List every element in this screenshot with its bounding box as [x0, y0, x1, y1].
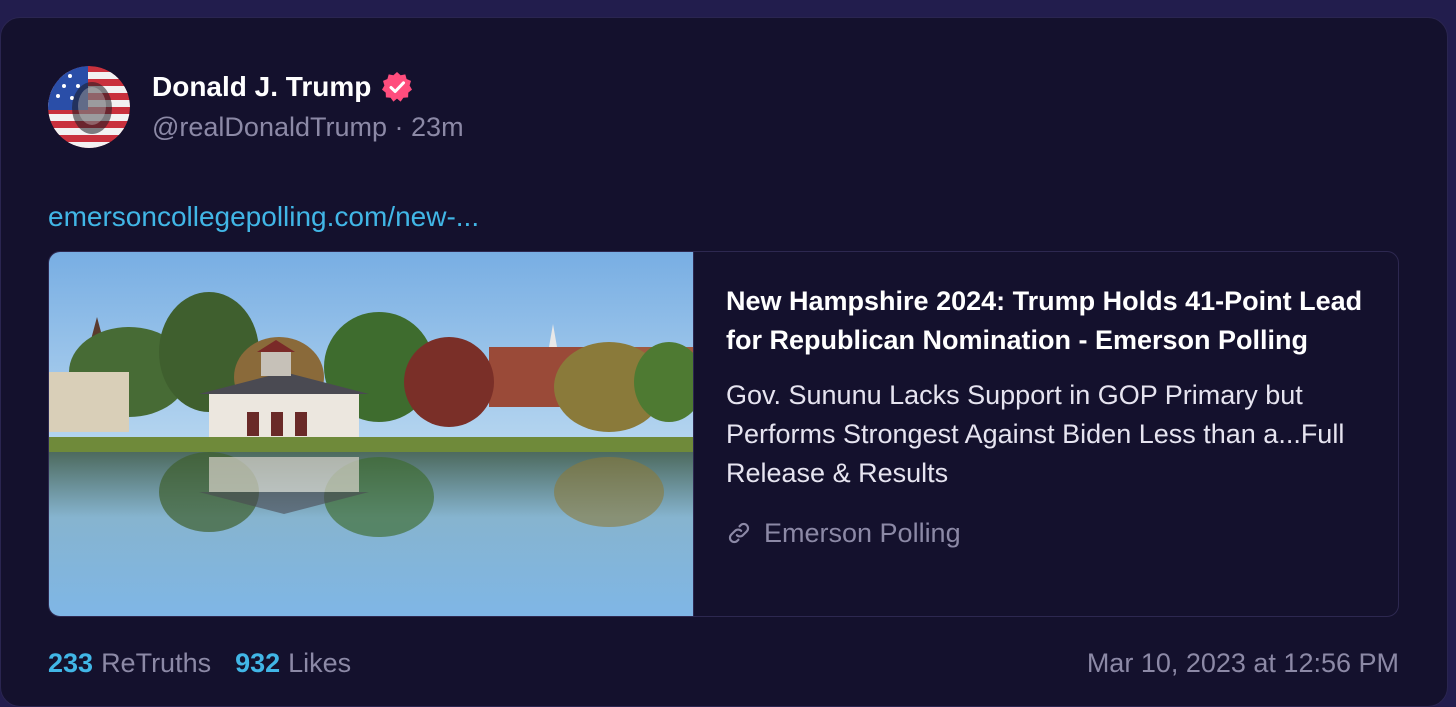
likes-stat[interactable]: 932 Likes: [235, 645, 351, 681]
card-source-label: Emerson Polling: [764, 518, 961, 548]
likes-label: Likes: [288, 648, 352, 678]
post-footer: 233 ReTruths 932 Likes Mar 10, 2023 at 1…: [48, 645, 1399, 681]
time-ago[interactable]: 23m: [411, 112, 464, 142]
card-body: New Hampshire 2024: Trump Holds 41-Point…: [694, 252, 1398, 616]
retruths-stat[interactable]: 233 ReTruths: [48, 645, 211, 681]
card-source: Emerson Polling: [726, 515, 1368, 551]
retruths-count: 233: [48, 648, 94, 678]
retruths-label: ReTruths: [101, 648, 212, 678]
link-preview-card[interactable]: New Hampshire 2024: Trump Holds 41-Point…: [48, 251, 1399, 617]
card-image: [49, 252, 694, 616]
name-row: Donald J. Trump: [152, 69, 464, 105]
likes-count: 932: [235, 648, 281, 678]
display-name[interactable]: Donald J. Trump: [152, 69, 371, 105]
handle[interactable]: @realDonaldTrump: [152, 112, 387, 142]
card-description: Gov. Sununu Lacks Support in GOP Primary…: [726, 380, 1345, 488]
card-title[interactable]: New Hampshire 2024: Trump Holds 41-Point…: [726, 282, 1368, 360]
handle-row: @realDonaldTrump · 23m: [152, 109, 464, 145]
avatar[interactable]: [48, 66, 130, 148]
separator: ·: [394, 112, 404, 142]
post-timestamp[interactable]: Mar 10, 2023 at 12:56 PM: [1087, 645, 1399, 681]
post-link[interactable]: emersoncollegepolling.com/new-...: [48, 198, 479, 236]
user-block: Donald J. Trump @realDonaldTrump · 23m: [152, 69, 464, 145]
post-header: Donald J. Trump @realDonaldTrump · 23m: [48, 66, 464, 148]
verified-badge-icon: [381, 71, 413, 103]
post-card: Donald J. Trump @realDonaldTrump · 23m e…: [0, 17, 1448, 707]
link-icon: [728, 522, 750, 544]
